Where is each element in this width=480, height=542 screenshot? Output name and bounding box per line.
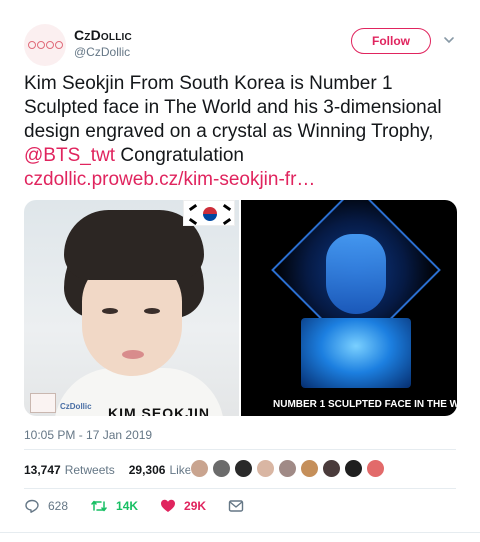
envelope-icon: [228, 500, 244, 512]
photo-caption: NUMBER 1 SCULPTED FACE IN THE W: [273, 399, 457, 410]
tweet-text-part2: Congratulation: [115, 145, 244, 166]
divider: [0, 532, 480, 533]
liker-avatar[interactable]: [278, 459, 297, 478]
tweet-actions: 628 14K 29K: [24, 496, 274, 516]
mention-link[interactable]: @BTS_twt: [24, 145, 115, 166]
author-display-name[interactable]: CzDollic: [74, 27, 132, 43]
photo-name-strip: KIM SEOKJIN: [108, 405, 211, 416]
photo-portrait[interactable]: CzDollic KIM SEOKJIN: [24, 200, 239, 416]
liker-avatar[interactable]: [212, 459, 231, 478]
liker-avatar[interactable]: [300, 459, 319, 478]
like-button[interactable]: 29K: [160, 498, 206, 514]
likes-count: 29,306: [128, 463, 166, 477]
retweets-count: 13,747: [24, 463, 61, 477]
watermark-text: CzDollic: [60, 402, 92, 411]
reply-button[interactable]: 628: [24, 498, 68, 514]
likes-stat[interactable]: 29,306 Likes: [129, 463, 198, 477]
photo-crystal-trophy[interactable]: NUMBER 1 SCULPTED FACE IN THE W: [241, 200, 457, 416]
tweet-text-part1: Kim Seokjin From South Korea is Number 1…: [24, 73, 442, 142]
retweets-label: Retweets: [64, 463, 115, 477]
url-link[interactable]: czdollic.proweb.cz/kim-seokjin-fr…: [24, 169, 315, 190]
watermark-logo-icon: [30, 393, 56, 413]
media-grid: CzDollic KIM SEOKJIN NUMBER 1 SCULPTED F…: [24, 200, 457, 416]
author-avatar[interactable]: [24, 24, 66, 66]
tweet-card: CzDollic @CzDollic Follow Kim Seokjin Fr…: [0, 0, 480, 542]
follow-button[interactable]: Follow: [351, 28, 431, 54]
divider: [24, 488, 456, 489]
tweet-text: Kim Seokjin From South Korea is Number 1…: [24, 72, 464, 192]
heart-icon: [161, 499, 176, 512]
tweet-timestamp[interactable]: 10:05 PM - 17 Jan 2019: [24, 428, 152, 442]
author-handle[interactable]: @CzDollic: [74, 45, 130, 59]
liker-avatar[interactable]: [190, 459, 209, 478]
retweet-count: 14K: [116, 499, 139, 513]
direct-message-button[interactable]: [228, 499, 252, 513]
chevron-down-icon[interactable]: [442, 33, 456, 47]
reply-count: 628: [48, 499, 69, 513]
tweet-stats: 13,747 Retweets 29,306 Likes: [24, 460, 211, 480]
czdollic-logo-icon: [27, 41, 63, 49]
liker-avatar[interactable]: [234, 459, 253, 478]
liker-avatar[interactable]: [322, 459, 341, 478]
divider: [24, 449, 456, 450]
reply-icon: [25, 499, 39, 513]
south-korea-flag-icon: [183, 200, 235, 226]
liker-avatars: [190, 459, 385, 478]
retweet-button[interactable]: 14K: [90, 498, 138, 514]
liker-avatar[interactable]: [256, 459, 275, 478]
like-count: 29K: [184, 499, 207, 513]
liker-avatar[interactable]: [344, 459, 363, 478]
liker-avatar[interactable]: [366, 459, 385, 478]
retweets-stat[interactable]: 13,747 Retweets: [24, 463, 115, 477]
retweet-icon: [91, 500, 107, 512]
